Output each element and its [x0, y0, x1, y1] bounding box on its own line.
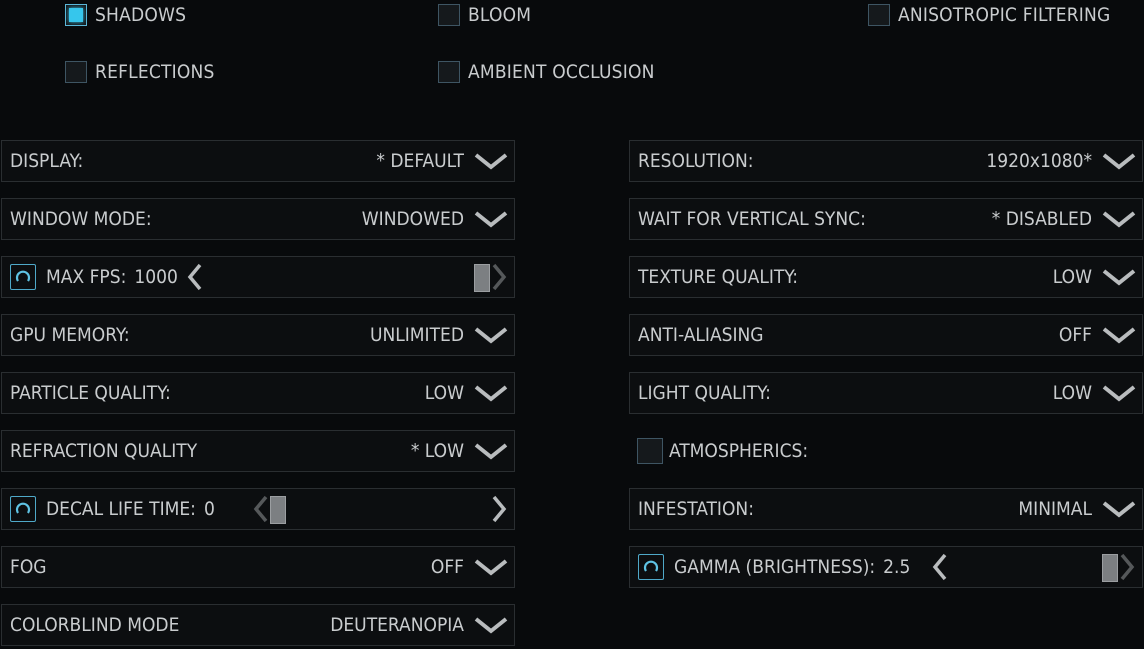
infestation-dropdown[interactable]: INFESTATION: MINIMAL — [629, 488, 1143, 530]
checkbox-label: BLOOM — [468, 4, 532, 26]
reset-icon[interactable] — [638, 554, 664, 580]
chevron-down-icon[interactable] — [474, 325, 508, 345]
window-mode-dropdown[interactable]: WINDOW MODE: WINDOWED — [1, 198, 515, 240]
colorblind-mode-label: COLORBLIND MODE — [10, 614, 180, 636]
gpu-memory-label: GPU MEMORY: — [10, 324, 130, 346]
display-dropdown[interactable]: DISPLAY: * DEFAULT — [1, 140, 515, 182]
slider-thumb[interactable] — [474, 264, 490, 292]
particle-quality-dropdown[interactable]: PARTICLE QUALITY: LOW — [1, 372, 515, 414]
resolution-label: RESOLUTION: — [638, 150, 754, 172]
chevron-down-icon[interactable] — [1102, 267, 1136, 287]
checkbox-label: ANISOTROPIC FILTERING — [898, 4, 1111, 26]
chevron-down-icon[interactable] — [474, 557, 508, 577]
slider-thumb[interactable] — [269, 496, 286, 524]
gpu-memory-dropdown[interactable]: GPU MEMORY: UNLIMITED — [1, 314, 515, 356]
colorblind-mode-dropdown[interactable]: COLORBLIND MODE DEUTERANOPIA — [1, 604, 515, 646]
slider-track[interactable] — [204, 259, 490, 295]
decal-life-time-slider[interactable] — [252, 491, 508, 527]
anti-aliasing-value: OFF — [1058, 324, 1092, 346]
fog-dropdown[interactable]: FOG OFF — [1, 546, 515, 588]
vsync-label: WAIT FOR VERTICAL SYNC: — [638, 208, 866, 230]
gamma-value: 2.5 — [883, 556, 911, 578]
gpu-memory-value: UNLIMITED — [369, 324, 464, 346]
slider-track[interactable] — [949, 549, 1118, 585]
chevron-down-icon[interactable] — [474, 383, 508, 403]
particle-quality-label: PARTICLE QUALITY: — [10, 382, 171, 404]
gamma-label: GAMMA (BRIGHTNESS): — [674, 556, 876, 578]
refraction-quality-dropdown[interactable]: REFRACTION QUALITY * LOW — [1, 430, 515, 472]
checkbox-box[interactable] — [868, 4, 890, 26]
chevron-down-icon[interactable] — [1102, 499, 1136, 519]
anti-aliasing-dropdown[interactable]: ANTI-ALIASING OFF — [629, 314, 1143, 356]
decal-life-time-slider-row: DECAL LIFE TIME: 0 — [1, 488, 515, 530]
light-quality-label: LIGHT QUALITY: — [638, 382, 771, 404]
atmospherics-label: ATMOSPHERICS: — [669, 440, 809, 462]
decal-life-time-label: DECAL LIFE TIME: — [46, 498, 196, 520]
gamma-slider-row: GAMMA (BRIGHTNESS): 2.5 — [629, 546, 1143, 588]
slider-thumb[interactable] — [1102, 554, 1118, 582]
atmospherics-checkbox[interactable]: ATMOSPHERICS: — [629, 430, 1143, 472]
max-fps-slider[interactable] — [186, 259, 508, 295]
max-fps-slider-row: MAX FPS: 1000 — [1, 256, 515, 298]
checkbox-label: SHADOWS — [95, 4, 187, 26]
particle-quality-value: LOW — [424, 382, 464, 404]
gamma-slider[interactable] — [931, 549, 1136, 585]
vsync-dropdown[interactable]: WAIT FOR VERTICAL SYNC: * DISABLED — [629, 198, 1143, 240]
infestation-label: INFESTATION: — [638, 498, 754, 520]
chevron-down-icon[interactable] — [474, 151, 508, 171]
light-quality-value: LOW — [1052, 382, 1092, 404]
chevron-down-icon[interactable] — [1102, 151, 1136, 171]
max-fps-value: 1000 — [134, 266, 178, 288]
chevron-down-icon[interactable] — [474, 209, 508, 229]
texture-quality-label: TEXTURE QUALITY: — [638, 266, 798, 288]
checkbox-box[interactable] — [438, 4, 460, 26]
checkbox-box[interactable] — [637, 438, 663, 464]
texture-quality-dropdown[interactable]: TEXTURE QUALITY: LOW — [629, 256, 1143, 298]
checkbox-label: AMBIENT OCCLUSION — [468, 61, 655, 83]
shadows-checkbox[interactable]: SHADOWS — [65, 1, 186, 29]
reset-icon[interactable] — [10, 496, 36, 522]
light-quality-dropdown[interactable]: LIGHT QUALITY: LOW — [629, 372, 1143, 414]
resolution-dropdown[interactable]: RESOLUTION: 1920x1080* — [629, 140, 1143, 182]
anisotropic-filtering-checkbox[interactable]: ANISOTROPIC FILTERING — [868, 1, 1110, 29]
reset-icon[interactable] — [10, 264, 36, 290]
chevron-down-icon[interactable] — [1102, 383, 1136, 403]
fog-value: OFF — [430, 556, 464, 578]
window-mode-label: WINDOW MODE: — [10, 208, 152, 230]
refraction-quality-label: REFRACTION QUALITY — [10, 440, 198, 462]
chevron-right-icon[interactable] — [490, 494, 508, 524]
chevron-down-icon[interactable] — [1102, 325, 1136, 345]
chevron-down-icon[interactable] — [1102, 209, 1136, 229]
refraction-quality-value: * LOW — [410, 440, 464, 462]
checkbox-box[interactable] — [438, 61, 460, 83]
window-mode-value: WINDOWED — [361, 208, 464, 230]
display-label: DISPLAY: — [10, 150, 84, 172]
chevron-right-icon[interactable] — [490, 262, 508, 292]
checkbox-label: REFLECTIONS — [95, 61, 215, 83]
chevron-down-icon[interactable] — [474, 441, 508, 461]
reflections-checkbox[interactable]: REFLECTIONS — [65, 58, 215, 86]
fog-label: FOG — [10, 556, 47, 578]
colorblind-mode-value: DEUTERANOPIA — [330, 614, 464, 636]
slider-track[interactable] — [269, 491, 490, 527]
ambient-occlusion-checkbox[interactable]: AMBIENT OCCLUSION — [438, 58, 655, 86]
max-fps-label: MAX FPS: — [46, 266, 127, 288]
chevron-left-icon[interactable] — [931, 552, 949, 582]
chevron-left-icon[interactable] — [186, 262, 204, 292]
checkbox-box[interactable] — [65, 4, 87, 26]
vsync-value: * DISABLED — [991, 208, 1092, 230]
display-value: * DEFAULT — [376, 150, 464, 172]
anti-aliasing-label: ANTI-ALIASING — [638, 324, 764, 346]
chevron-right-icon[interactable] — [1118, 552, 1136, 582]
bloom-checkbox[interactable]: BLOOM — [438, 1, 531, 29]
decal-life-time-value: 0 — [203, 498, 215, 520]
chevron-left-icon[interactable] — [252, 494, 270, 524]
infestation-value: MINIMAL — [1018, 498, 1092, 520]
chevron-down-icon[interactable] — [474, 615, 508, 635]
resolution-value: 1920x1080* — [986, 150, 1092, 172]
checkbox-box[interactable] — [65, 61, 87, 83]
texture-quality-value: LOW — [1052, 266, 1092, 288]
